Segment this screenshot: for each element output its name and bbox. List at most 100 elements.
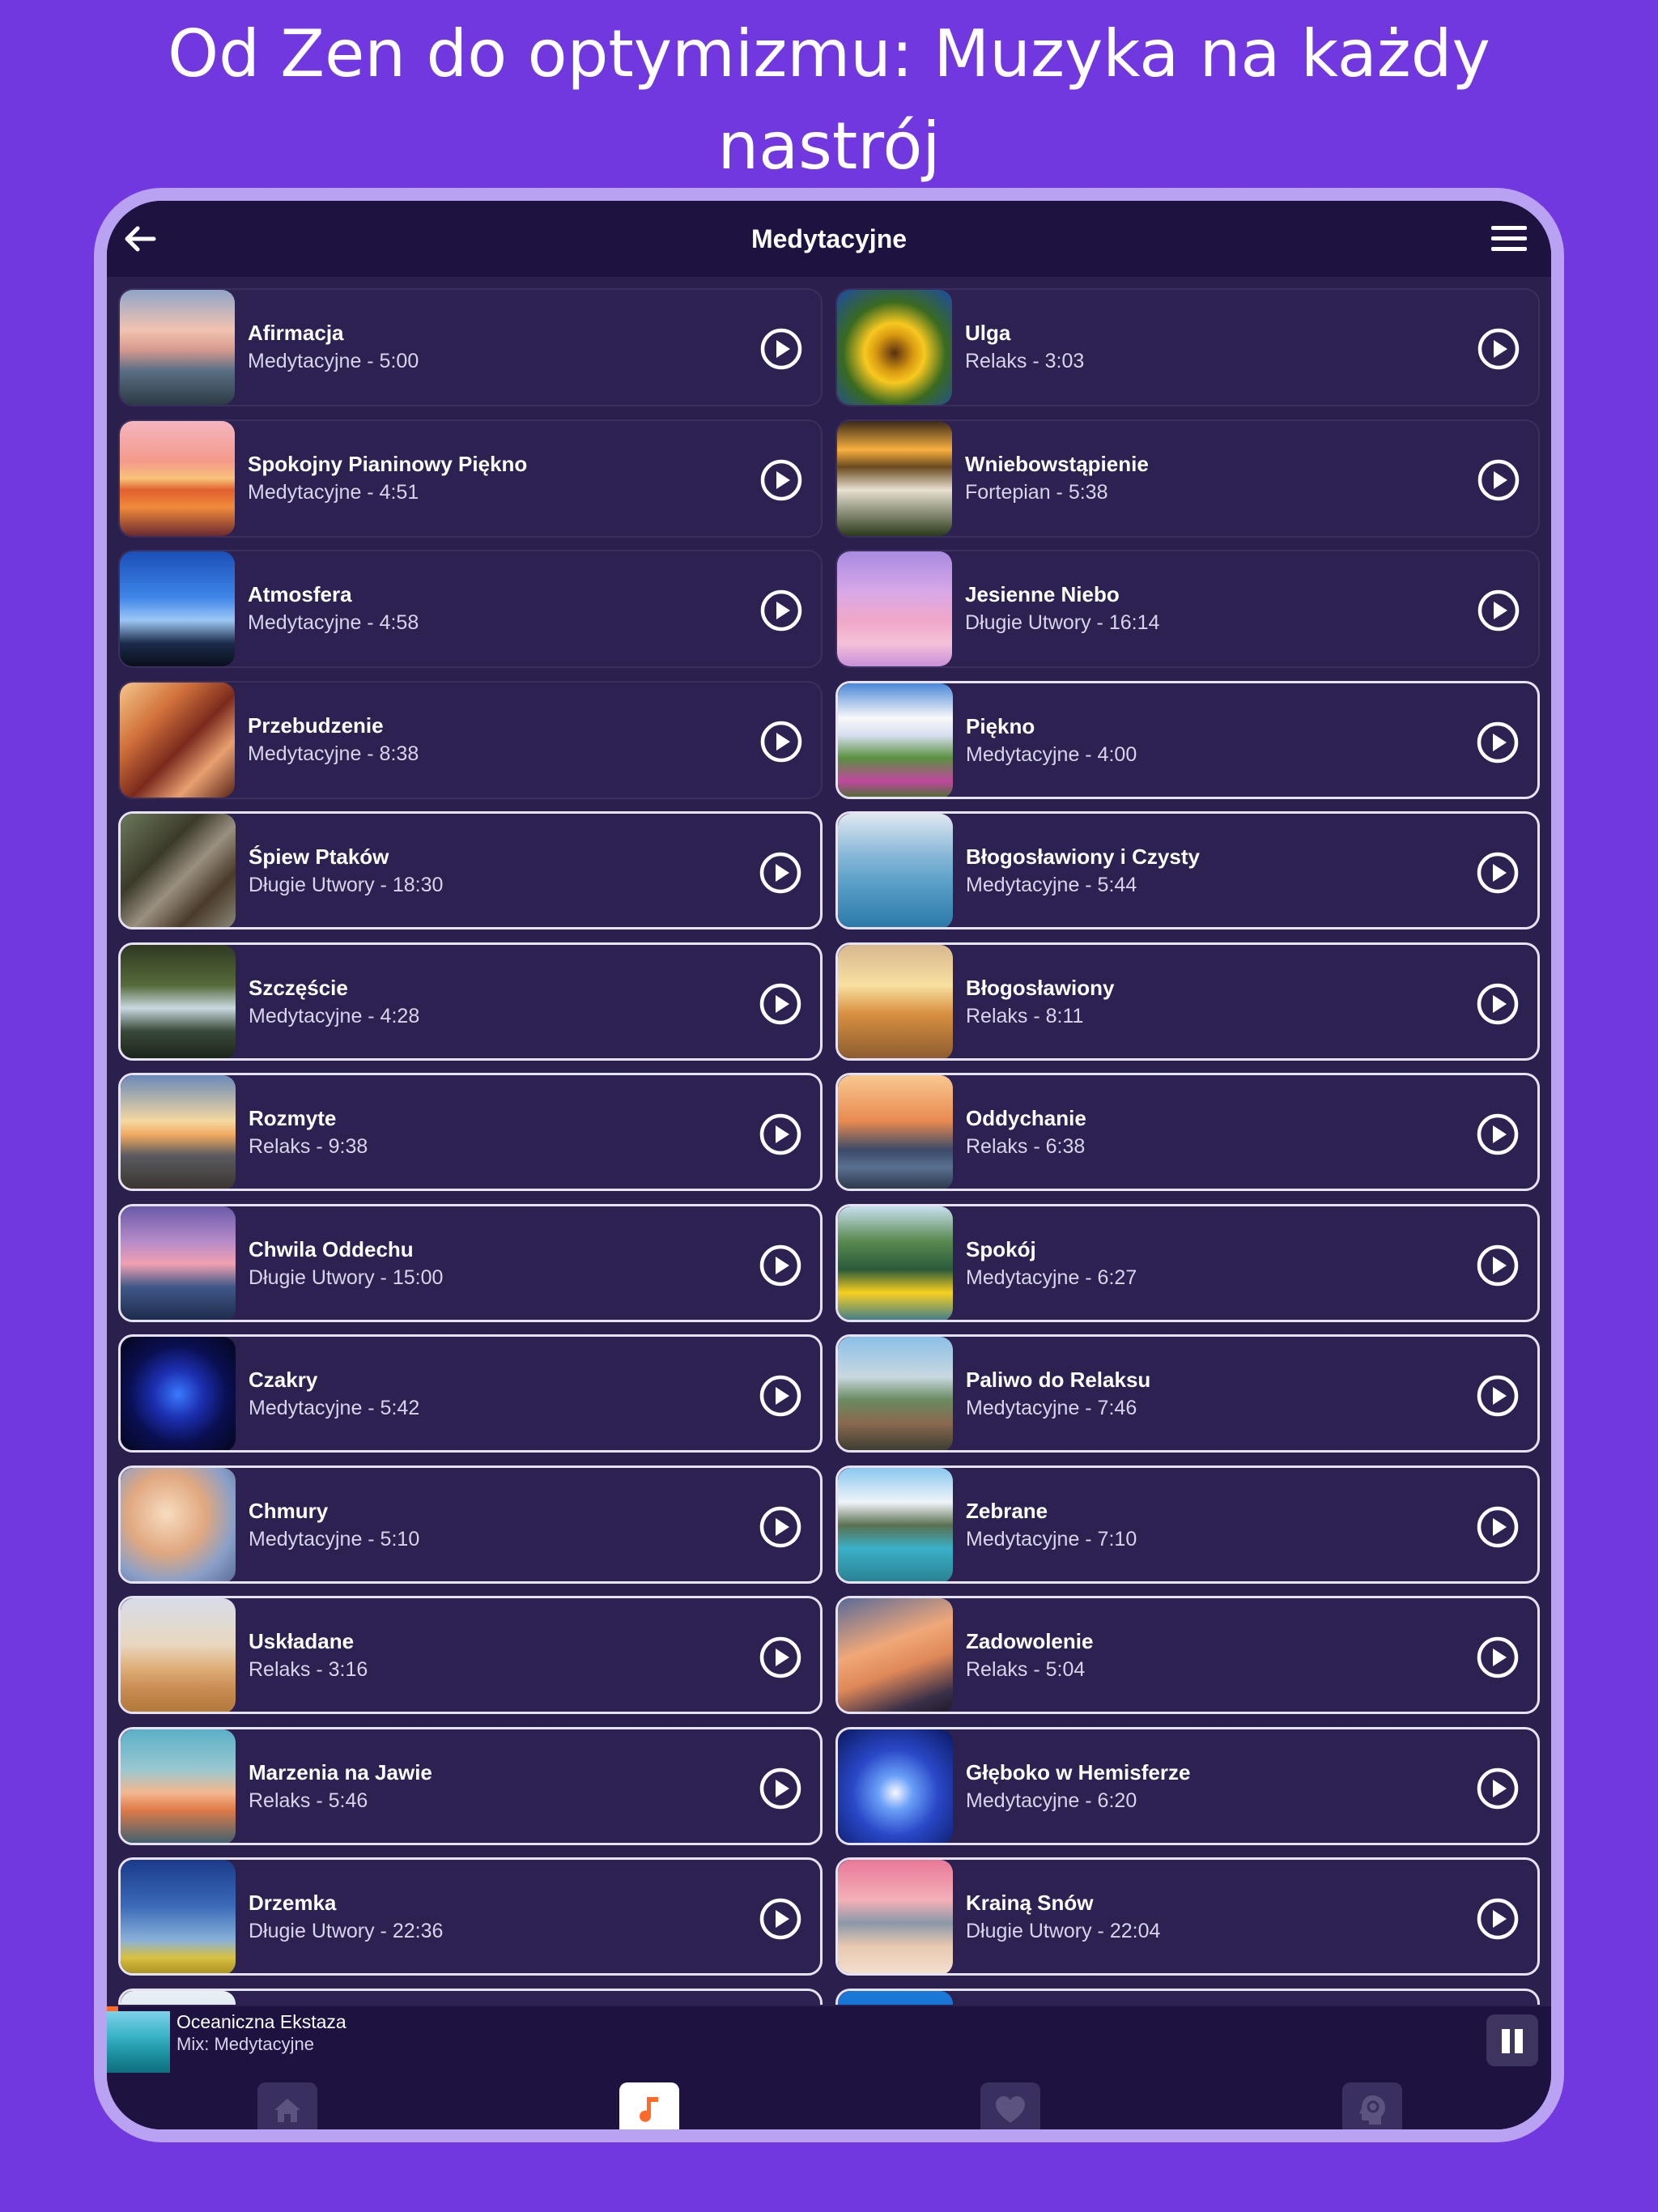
track-thumbnail [838,1468,953,1581]
play-icon[interactable] [759,1505,802,1549]
track-subtitle: Medytacyjne - 5:42 [249,1397,420,1419]
track-subtitle: Medytacyjne - 4:58 [248,611,419,634]
play-icon[interactable] [1476,1374,1520,1418]
track-card[interactable]: Głęboko w Hemisferze Medytacyjne - 6:20 [835,1727,1540,1845]
now-playing-thumbnail [107,2011,170,2073]
track-card[interactable]: Zebrane Medytacyjne - 7:10 [835,1465,1540,1584]
play-icon[interactable] [1477,327,1520,371]
track-subtitle: Medytacyjne - 7:46 [966,1397,1137,1419]
now-playing-title: Oceaniczna Ekstaza [176,2011,346,2032]
pause-button[interactable] [1486,2014,1538,2066]
play-icon[interactable] [1476,1767,1520,1810]
track-subtitle: Medytacyjne - 5:00 [248,350,419,372]
play-icon[interactable] [1477,589,1520,632]
track-card[interactable]: Rozmyte Relaks - 9:38 [118,1073,823,1191]
track-card[interactable]: Paliwo do Relaksu Medytacyjne - 7:46 [835,1334,1540,1453]
track-card[interactable]: Chmury Medytacyjne - 5:10 [118,1465,823,1584]
play-icon[interactable] [1476,1505,1520,1549]
tablet-frame: Medytacyjne Afirmacja Medytacyjne - 5:00 S… [94,188,1564,2142]
tab-mind[interactable] [1342,2082,1402,2129]
play-icon[interactable] [1476,1244,1520,1287]
play-icon[interactable] [1476,1112,1520,1156]
track-card[interactable]: Zadowolenie Relaks - 5:04 [835,1596,1540,1714]
tab-bar [107,2073,1551,2129]
tab-music[interactable] [619,2082,679,2129]
track-thumbnail [120,551,235,666]
track-subtitle: Medytacyjne - 5:44 [966,874,1137,896]
track-thumbnail [121,1337,236,1450]
tab-favorites[interactable] [980,2082,1040,2129]
music-note-icon [640,2097,658,2122]
now-playing-bar[interactable]: Oceaniczna Ekstaza Mix: Medytacyjne [107,2006,1551,2073]
play-icon[interactable] [759,982,802,1026]
track-subtitle: Relaks - 5:04 [966,1658,1086,1681]
play-icon[interactable] [759,458,803,502]
track-subtitle: Relaks - 3:03 [965,350,1085,372]
track-subtitle: Medytacyjne - 5:10 [249,1528,420,1551]
track-card[interactable]: Błogosławiony Relaks - 8:11 [835,942,1540,1061]
hamburger-menu-icon[interactable] [1488,219,1530,259]
track-card[interactable]: Ulga Relaks - 3:03 [835,288,1540,406]
track-title: Chwila Oddechu [249,1237,414,1261]
play-icon[interactable] [759,720,803,764]
track-card[interactable]: Afirmacja Medytacyjne - 5:00 [118,288,823,406]
play-icon[interactable] [759,1374,802,1418]
track-title: Czakry [249,1368,318,1392]
track-card[interactable]: Spokój Medytacyjne - 6:27 [835,1204,1540,1322]
track-card-partial[interactable] [835,1989,1540,2005]
track-subtitle: Długie Utwory - 18:30 [249,874,444,896]
play-icon[interactable] [1476,1897,1520,1941]
track-thumbnail [120,290,235,405]
play-icon[interactable] [759,1767,802,1810]
play-icon[interactable] [1477,458,1520,502]
track-card[interactable]: Spokojny Pianinowy Piękno Medytacyjne - 4… [118,419,823,538]
play-icon[interactable] [1476,851,1520,895]
play-icon[interactable] [1476,1636,1520,1679]
track-card[interactable]: Drzemka Długie Utwory - 22:36 [118,1857,823,1976]
track-subtitle: Fortepian - 5:38 [965,481,1108,504]
track-card[interactable]: Atmosfera Medytacyjne - 4:58 [118,550,823,668]
track-card[interactable]: Uskładane Relaks - 3:16 [118,1596,823,1714]
home-icon [274,2099,300,2122]
play-icon[interactable] [759,1636,802,1679]
play-icon[interactable] [759,1244,802,1287]
track-thumbnail [838,1729,953,1843]
track-subtitle: Długie Utwory - 16:14 [965,611,1160,634]
track-title: Drzemka [249,1891,337,1915]
play-icon[interactable] [1476,982,1520,1026]
track-thumbnail [120,421,235,536]
play-icon[interactable] [759,851,802,895]
play-icon[interactable] [1476,721,1520,764]
track-title: Marzenia na Jawie [249,1760,432,1784]
track-card[interactable]: Przebudzenie Medytacyjne - 8:38 [118,681,823,799]
track-title: Piękno [966,714,1035,738]
track-card[interactable]: Szczęście Medytacyjne - 4:28 [118,942,823,1061]
track-card[interactable]: Chwila Oddechu Długie Utwory - 15:00 [118,1204,823,1322]
track-thumbnail [120,683,235,798]
track-thumbnail [838,1206,953,1320]
track-card[interactable]: Jesienne Niebo Długie Utwory - 16:14 [835,550,1540,668]
track-title: Głęboko w Hemisferze [966,1760,1191,1784]
play-icon[interactable] [759,589,803,632]
pause-icon [1502,2029,1510,2053]
track-card[interactable]: Wniebowstąpienie Fortepian - 5:38 [835,419,1540,538]
track-title: Atmosfera [248,582,352,606]
track-card[interactable]: Krainą Snów Długie Utwory - 22:04 [835,1857,1540,1976]
track-card-partial[interactable] [118,1989,823,2005]
track-card[interactable]: Czakry Medytacyjne - 5:42 [118,1334,823,1453]
track-card[interactable]: Oddychanie Relaks - 6:38 [835,1073,1540,1191]
track-card[interactable]: Piękno Medytacyjne - 4:00 [835,681,1540,799]
track-title: Błogosławiony [966,976,1115,1000]
track-thumbnail [837,290,952,405]
play-icon[interactable] [759,327,803,371]
page-title: Medytacyjne [750,224,908,253]
track-thumbnail [838,1337,953,1450]
playback-progress [107,2006,118,2011]
track-card[interactable]: Marzenia na Jawie Relaks - 5:46 [118,1727,823,1845]
tab-home[interactable] [257,2082,317,2129]
track-card[interactable]: Śpiew Ptaków Długie Utwory - 18:30 [118,811,823,929]
play-icon[interactable] [759,1112,802,1156]
track-card[interactable]: Błogosławiony i Czysty Medytacyjne - 5:44 [835,811,1540,929]
track-subtitle: Medytacyjne - 8:38 [248,742,419,765]
play-icon[interactable] [759,1897,802,1941]
